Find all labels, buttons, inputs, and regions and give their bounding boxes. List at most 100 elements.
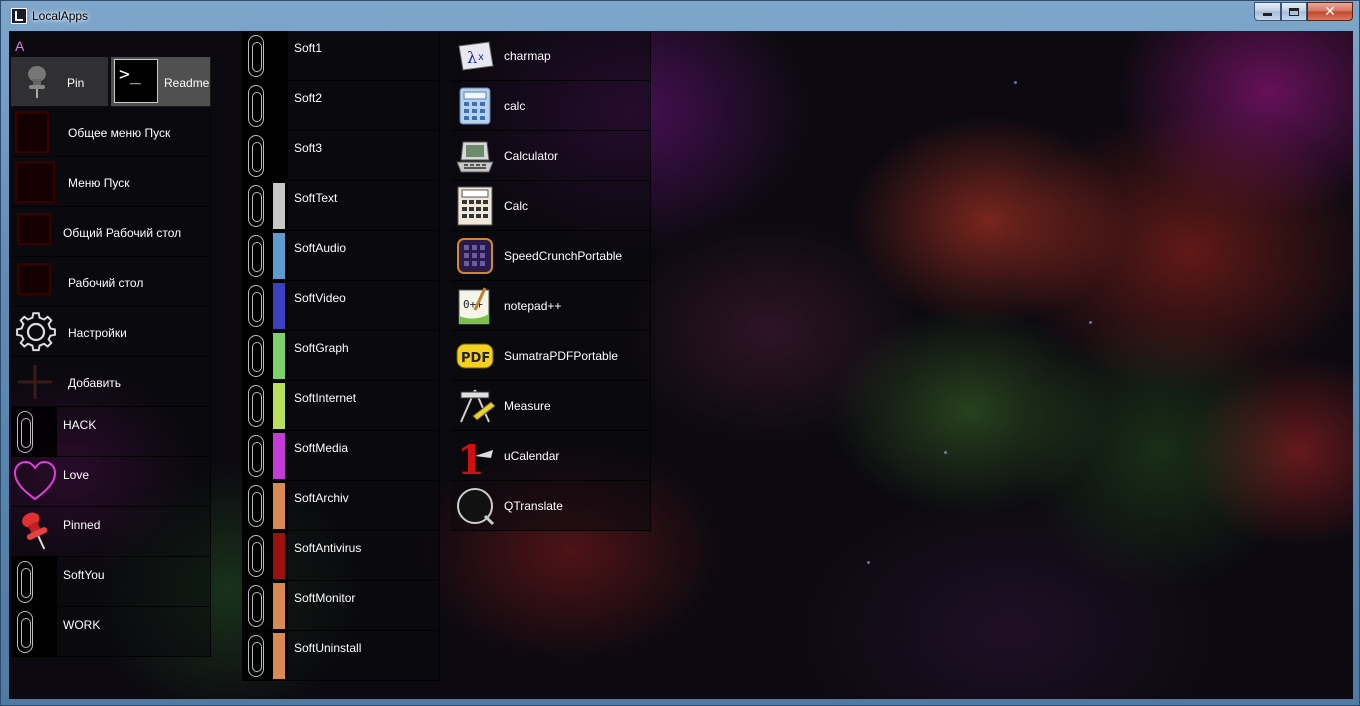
category-item[interactable]: Общий Рабочий стол: [11, 207, 211, 257]
paperclip-icon: [248, 485, 264, 527]
pdf-icon: PDF: [456, 343, 494, 369]
start-menu-icon: [15, 161, 55, 203]
group-item-label: SoftMonitor: [294, 591, 356, 605]
paperclip-icon: [17, 411, 33, 453]
group-item-label: SoftAudio: [294, 241, 347, 255]
app-item[interactable]: PDF SumatraPDFPortable: [451, 331, 651, 381]
paperclip-strip: [11, 407, 57, 457]
group-color-swatch: [273, 183, 285, 229]
group-item-label: SoftVideo: [294, 291, 346, 305]
terminal-icon: >_: [114, 59, 158, 103]
maximize-button[interactable]: [1281, 2, 1307, 21]
category-item-label: Настройки: [68, 326, 127, 340]
group-color-swatch: [273, 483, 285, 529]
category-item[interactable]: Меню Пуск: [11, 157, 211, 207]
category-item[interactable]: Pinned: [11, 507, 211, 557]
group-item[interactable]: SoftAudio: [242, 231, 440, 281]
group-item[interactable]: SoftAntivirus: [242, 531, 440, 581]
paperclip-icon: [248, 635, 264, 677]
desktop-common-icon: [17, 213, 51, 245]
group-item[interactable]: SoftUninstall: [242, 631, 440, 681]
category-item[interactable]: Рабочий стол: [11, 257, 211, 307]
group-color-swatch: [273, 633, 285, 679]
category-item[interactable]: HACK: [11, 407, 211, 457]
group-item[interactable]: SoftInternet: [242, 381, 440, 431]
paperclip-icon: [17, 611, 33, 653]
start-menu-common-icon: [15, 111, 49, 153]
paperclip-icon: [248, 235, 264, 277]
app-item[interactable]: Calculator: [451, 131, 651, 181]
category-item[interactable]: Love: [11, 457, 211, 507]
group-item[interactable]: SoftGraph: [242, 331, 440, 381]
app-item-label: Calc: [504, 199, 529, 213]
svg-text:PDF: PDF: [461, 351, 490, 366]
category-item[interactable]: Общее меню Пуск: [11, 107, 211, 157]
paperclip-icon: [248, 85, 264, 127]
paperclip-icon: [17, 561, 33, 603]
background-star: [867, 561, 870, 564]
minimize-button[interactable]: [1254, 2, 1281, 21]
app-item[interactable]: Measure: [451, 381, 651, 431]
group-item[interactable]: SoftVideo: [242, 281, 440, 331]
paperclip-icon: [248, 535, 264, 577]
group-item-label: Soft3: [294, 141, 323, 155]
group-item[interactable]: SoftArchiv: [242, 481, 440, 531]
app-item[interactable]: Calc: [451, 181, 651, 231]
app-item-label: Calculator: [504, 149, 559, 163]
paperclip-strip: [242, 331, 288, 381]
svg-text:x: x: [478, 52, 484, 63]
app-item[interactable]: calc: [451, 81, 651, 131]
paperclip-icon: [248, 35, 264, 77]
paperclip-strip: [242, 31, 288, 81]
paperclip-strip: [242, 581, 288, 631]
readme-tile[interactable]: >_ Readme: [111, 57, 211, 107]
group-color-swatch: [273, 283, 285, 329]
app-item-label: QTranslate: [504, 499, 563, 513]
paperclip-strip: [242, 181, 288, 231]
desktop-icon: [17, 263, 51, 295]
title-bar[interactable]: LocalApps ✕: [1, 1, 1359, 31]
heart-icon: [13, 460, 57, 501]
group-item-label: SoftUninstall: [294, 641, 362, 655]
background-star: [944, 451, 947, 454]
laptop-calculator-icon: [456, 141, 494, 173]
close-icon: ✕: [1324, 3, 1336, 20]
app-item[interactable]: 1 uCalendar: [451, 431, 651, 481]
app-item[interactable]: SpeedCrunchPortable: [451, 231, 651, 281]
paperclip-strip: [11, 557, 57, 607]
app-item[interactable]: QTranslate: [451, 481, 651, 531]
client-area: A Pin >_ Readme Общее меню Пуск Меню Пус…: [9, 31, 1353, 699]
app-item-label: Measure: [504, 399, 551, 413]
gear-icon: [16, 312, 56, 352]
group-item[interactable]: SoftText: [242, 181, 440, 231]
group-item-label: SoftInternet: [294, 391, 357, 405]
close-button[interactable]: ✕: [1307, 2, 1353, 21]
group-color-swatch: [273, 383, 285, 429]
group-item[interactable]: Soft2: [242, 81, 440, 131]
calendar-icon: 1: [457, 437, 493, 476]
window-title: LocalApps: [32, 9, 89, 23]
paperclip-strip: [242, 481, 288, 531]
category-item[interactable]: Добавить: [11, 357, 211, 407]
group-color-swatch: [273, 333, 285, 379]
group-item[interactable]: Soft3: [242, 131, 440, 181]
group-item-label: SoftArchiv: [294, 491, 349, 505]
category-item-label: Рабочий стол: [68, 276, 144, 290]
qtranslate-icon: [457, 488, 495, 526]
pin-tile[interactable]: Pin: [11, 57, 109, 107]
category-item[interactable]: Настройки: [11, 307, 211, 357]
readme-label: Readme: [164, 76, 210, 90]
group-item[interactable]: SoftMedia: [242, 431, 440, 481]
paperclip-strip: [242, 281, 288, 331]
category-item[interactable]: WORK: [11, 607, 211, 657]
group-item[interactable]: Soft1: [242, 31, 440, 81]
group-color-swatch: [273, 533, 285, 579]
app-item[interactable]: 0++ notepad++: [451, 281, 651, 331]
group-item[interactable]: SoftMonitor: [242, 581, 440, 631]
paperclip-strip: [242, 231, 288, 281]
background-star: [1089, 321, 1092, 324]
notepad-icon: 0++: [458, 287, 490, 325]
app-item[interactable]: λ x charmap: [451, 31, 651, 81]
app-item-label: uCalendar: [504, 449, 560, 463]
category-item[interactable]: SoftYou: [11, 557, 211, 607]
